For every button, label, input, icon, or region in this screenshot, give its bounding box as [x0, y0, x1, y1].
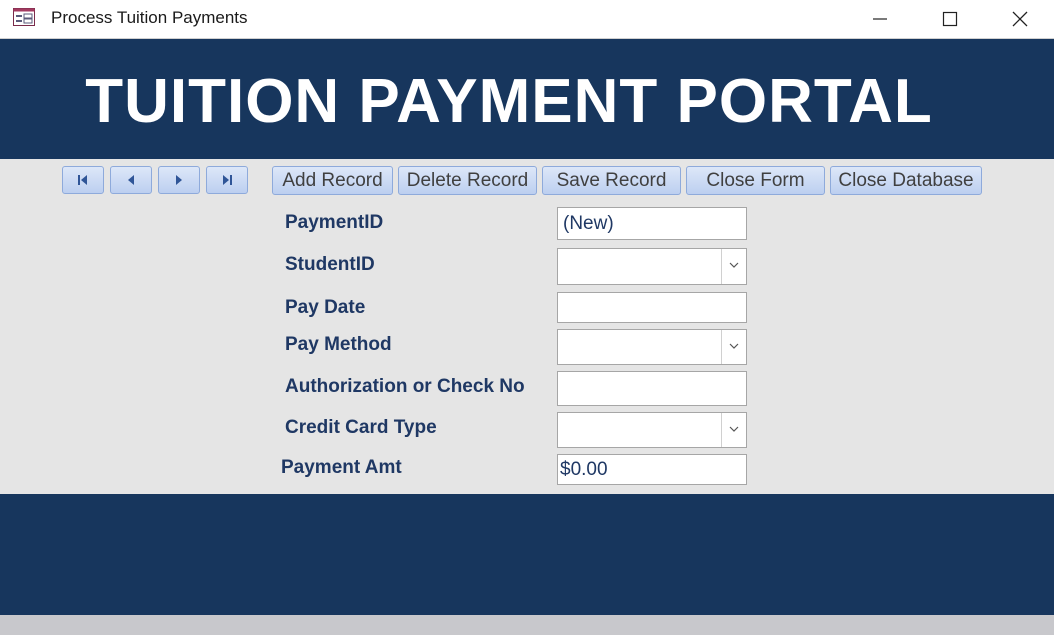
- student-id-combo[interactable]: [557, 248, 747, 285]
- maximize-icon: [942, 11, 958, 27]
- save-record-button[interactable]: Save Record: [542, 166, 681, 195]
- pay-date-field[interactable]: [557, 292, 747, 323]
- window-titlebar: Process Tuition Payments: [0, 0, 1054, 39]
- chevron-down-icon: [729, 426, 739, 432]
- close-window-button[interactable]: [997, 0, 1043, 38]
- first-record-button[interactable]: [62, 166, 104, 194]
- card-type-label: Credit Card Type: [285, 417, 437, 438]
- chevron-down-icon: [729, 343, 739, 349]
- form-footer: [0, 494, 1054, 615]
- payment-amt-label: Payment Amt: [281, 457, 402, 478]
- card-type-combo[interactable]: [557, 412, 747, 448]
- last-record-icon: [223, 175, 232, 185]
- form-header: TUITION PAYMENT PORTAL: [0, 39, 1054, 159]
- payment-id-label: PaymentID: [285, 212, 384, 233]
- first-record-icon: [78, 175, 87, 185]
- page-title: TUITION PAYMENT PORTAL: [85, 67, 933, 136]
- authorization-label: Authorization or Check No: [285, 376, 525, 397]
- previous-record-button[interactable]: [110, 166, 152, 194]
- last-record-button[interactable]: [206, 166, 248, 194]
- chevron-down-icon: [729, 262, 739, 268]
- window-title: Process Tuition Payments: [51, 8, 248, 27]
- form-detail: Add Record Delete Record Save Record Clo…: [0, 159, 1054, 494]
- maximize-button[interactable]: [927, 0, 973, 38]
- next-record-button[interactable]: [158, 166, 200, 194]
- previous-record-icon: [128, 175, 134, 185]
- form-icon: [13, 8, 35, 26]
- close-database-button[interactable]: Close Database: [830, 166, 982, 195]
- pay-method-dropdown-button[interactable]: [721, 330, 746, 364]
- next-record-icon: [176, 175, 182, 185]
- add-record-button[interactable]: Add Record: [272, 166, 393, 195]
- payment-amt-field[interactable]: $0.00: [557, 454, 747, 485]
- pay-method-combo[interactable]: [557, 329, 747, 365]
- student-id-label: StudentID: [285, 254, 375, 275]
- window-bottom-edge: [0, 615, 1054, 635]
- pay-method-label: Pay Method: [285, 334, 392, 355]
- payment-id-field[interactable]: (New): [557, 207, 747, 240]
- minimize-icon: [873, 18, 887, 20]
- delete-record-button[interactable]: Delete Record: [398, 166, 537, 195]
- authorization-field[interactable]: [557, 371, 747, 406]
- minimize-button[interactable]: [857, 0, 903, 38]
- card-type-dropdown-button[interactable]: [721, 413, 746, 447]
- pay-date-label: Pay Date: [285, 297, 366, 318]
- close-form-button[interactable]: Close Form: [686, 166, 825, 195]
- close-icon: [1012, 11, 1028, 27]
- student-id-dropdown-button[interactable]: [721, 249, 746, 284]
